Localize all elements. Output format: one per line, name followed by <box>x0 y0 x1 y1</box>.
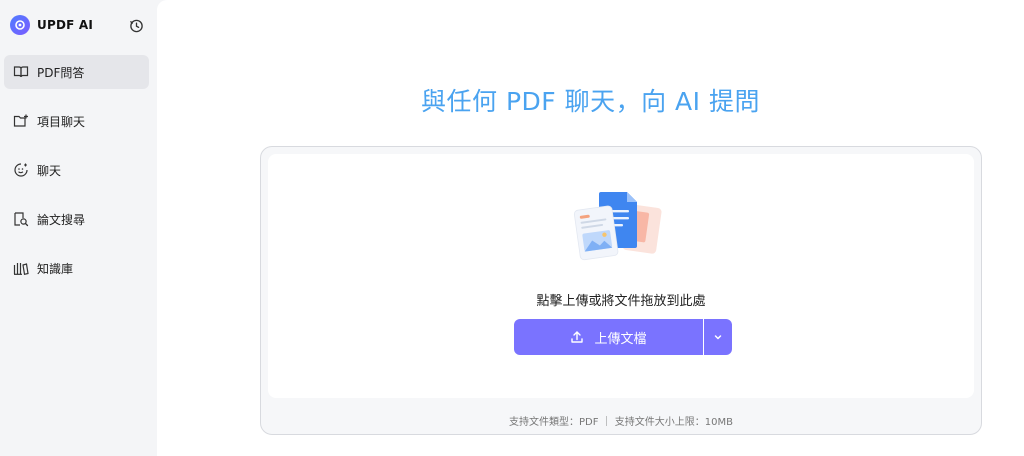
file-drop-zone[interactable]: 點擊上傳或將文件拖放到此處 上傳文檔 <box>268 154 974 398</box>
sidebar-item-project-chat[interactable]: 項目聊天 <box>4 104 149 138</box>
brand-name: UPDF AI <box>37 18 94 32</box>
upload-icon <box>570 330 584 344</box>
sidebar-item-label: PDF問答 <box>37 65 85 80</box>
updf-logo-icon <box>10 15 30 35</box>
sidebar-item-knowledge-base[interactable]: 知識庫 <box>4 251 149 285</box>
upload-document-button[interactable]: 上傳文檔 <box>514 319 703 355</box>
book-open-icon <box>12 63 30 81</box>
history-icon <box>129 19 143 32</box>
file-support-note: 支持文件類型：PDF ｜ 支持文件大小上限：10MB <box>508 417 734 428</box>
sidebar-item-pdf-qa[interactable]: PDF問答 <box>4 55 149 89</box>
document-search-icon <box>12 210 30 228</box>
documents-illustration-icon <box>571 188 667 268</box>
main-panel: 與任何 PDF 聊天，向 AI 提問 點擊上傳或將文件拖放到此處 上傳文檔 支持… <box>157 0 1024 456</box>
library-icon <box>12 259 30 277</box>
sidebar-nav: PDF問答 項目聊天 聊天 論文搜尋 知識庫 <box>4 55 149 300</box>
sidebar-item-paper-search[interactable]: 論文搜尋 <box>4 202 149 236</box>
sidebar: UPDF AI PDF問答 項目聊天 聊天 論文搜尋 知識庫 <box>0 0 156 456</box>
sidebar-item-label: 知識庫 <box>37 261 74 276</box>
brand[interactable]: UPDF AI <box>10 14 93 36</box>
upload-button-label: 上傳文檔 <box>594 331 647 347</box>
folder-plus-icon <box>12 112 30 130</box>
chat-smile-icon <box>12 161 30 179</box>
upload-panel: 點擊上傳或將文件拖放到此處 上傳文檔 支持文件類型：PDF ｜ 支持文件大小上限… <box>260 146 982 435</box>
sidebar-item-label: 論文搜尋 <box>37 212 86 227</box>
history-button[interactable] <box>128 17 144 33</box>
sidebar-item-chat[interactable]: 聊天 <box>4 153 149 187</box>
drop-instructions: 點擊上傳或將文件拖放到此處 <box>536 294 706 309</box>
page-title: 與任何 PDF 聊天，向 AI 提問 <box>421 87 760 116</box>
upload-options-dropdown[interactable] <box>704 319 732 355</box>
sidebar-item-label: 項目聊天 <box>37 114 86 129</box>
sidebar-item-label: 聊天 <box>37 163 62 178</box>
chevron-down-icon <box>714 335 722 340</box>
